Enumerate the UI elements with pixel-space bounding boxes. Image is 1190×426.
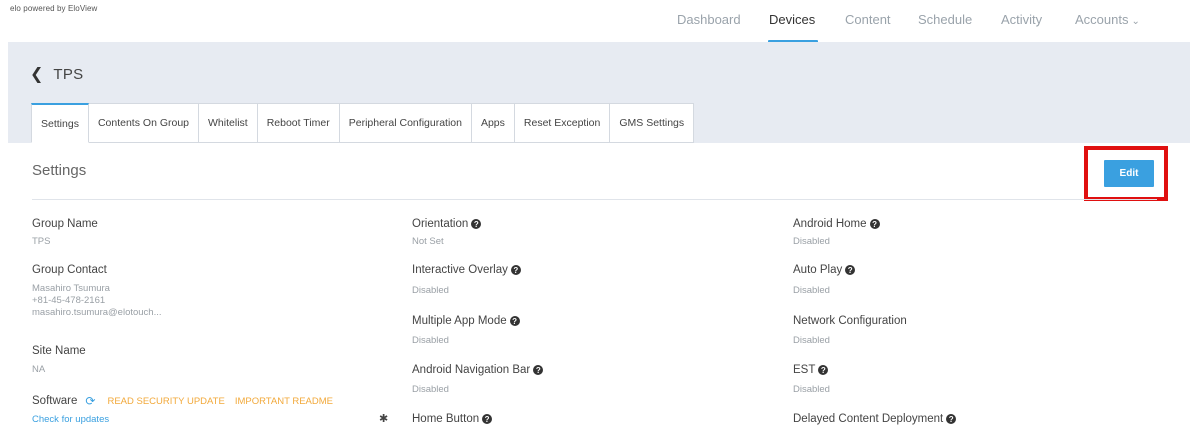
tab-bar: Settings Contents On Group Whitelist Reb… — [31, 103, 695, 143]
help-icon[interactable]: ? — [471, 219, 482, 229]
home-button-label-text: Home Button — [412, 413, 480, 425]
check-updates-link[interactable]: Check for updates — [32, 414, 109, 425]
highlight-box: Edit — [1084, 146, 1168, 201]
tab-gms-settings[interactable]: GMS Settings — [610, 103, 695, 143]
tab-whitelist[interactable]: Whitelist — [199, 103, 258, 143]
nav-accounts[interactable]: Accounts ⌄ — [1075, 12, 1140, 27]
gear-icon[interactable]: ✱ — [379, 412, 388, 425]
android-home-label: Android Home? — [793, 218, 880, 230]
contact-phone: +81-45-478-2161 — [32, 295, 106, 306]
site-name-value: NA — [32, 364, 46, 375]
tab-apps[interactable]: Apps — [471, 103, 515, 143]
contact-email: masahiro.tsumura@elotouch... — [32, 307, 162, 318]
nav-devices[interactable]: Devices — [769, 12, 815, 27]
est-value: Disabled — [793, 384, 830, 395]
tab-settings[interactable]: Settings — [31, 103, 89, 143]
software-label: Software — [32, 395, 78, 407]
nav-accounts-label: Accounts — [1075, 12, 1129, 27]
main-nav: Dashboard Devices Content Schedule Activ… — [0, 0, 1190, 43]
help-icon[interactable]: ? — [818, 365, 829, 375]
est-label-text: EST — [793, 364, 816, 376]
top-bar: elo powered by EloView Dashboard Devices… — [0, 0, 1190, 43]
interactive-overlay-label: Interactive Overlay? — [412, 264, 521, 276]
help-icon[interactable]: ? — [845, 265, 856, 275]
orientation-label-text: Orientation — [412, 218, 469, 230]
network-config-label: Network Configuration — [793, 315, 907, 327]
est-label: EST? — [793, 364, 829, 376]
android-home-label-text: Android Home — [793, 218, 867, 230]
interactive-overlay-label-text: Interactive Overlay — [412, 264, 508, 276]
tab-contents-on-group[interactable]: Contents On Group — [88, 103, 200, 143]
multiple-app-mode-value: Disabled — [412, 335, 449, 346]
page-title: TPS — [53, 66, 84, 83]
security-update-link[interactable]: READ SECURITY UPDATE — [107, 396, 224, 407]
orientation-label: Orientation? — [412, 218, 482, 230]
help-icon[interactable]: ? — [510, 265, 521, 275]
nav-schedule[interactable]: Schedule — [918, 12, 972, 27]
interactive-overlay-value: Disabled — [412, 285, 449, 296]
readme-link[interactable]: IMPORTANT README — [235, 396, 333, 407]
orientation-value: Not Set — [412, 236, 444, 247]
multiple-app-mode-label: Multiple App Mode? — [412, 315, 520, 327]
android-nav-bar-label: Android Navigation Bar? — [412, 364, 544, 376]
auto-play-label: Auto Play? — [793, 264, 856, 276]
tab-peripheral-configuration[interactable]: Peripheral Configuration — [339, 103, 472, 143]
nav-activity[interactable]: Activity — [1001, 12, 1042, 27]
delayed-content-label-text: Delayed Content Deployment — [793, 413, 944, 425]
multiple-app-mode-label-text: Multiple App Mode — [412, 315, 507, 327]
android-nav-bar-value: Disabled — [412, 384, 449, 395]
delayed-content-label: Delayed Content Deployment? — [793, 413, 957, 425]
nav-dashboard[interactable]: Dashboard — [677, 12, 741, 27]
back-row: ❮ TPS — [30, 66, 83, 83]
group-name-label: Group Name — [32, 218, 98, 230]
auto-play-value: Disabled — [793, 285, 830, 296]
group-name-value: TPS — [32, 236, 51, 247]
software-row: Software ⟳ READ SECURITY UPDATE IMPORTAN… — [32, 394, 333, 408]
site-name-label: Site Name — [32, 345, 86, 357]
help-icon[interactable]: ? — [509, 316, 520, 326]
help-icon[interactable]: ? — [946, 414, 957, 424]
chevron-left-icon[interactable]: ❮ — [30, 66, 43, 83]
refresh-icon[interactable]: ⟳ — [85, 394, 95, 408]
home-button-label: Home Button? — [412, 413, 493, 425]
edit-button[interactable]: Edit — [1104, 160, 1154, 187]
divider — [32, 199, 1157, 200]
help-icon[interactable]: ? — [482, 414, 493, 424]
help-icon[interactable]: ? — [533, 365, 544, 375]
tab-reboot-timer[interactable]: Reboot Timer — [257, 103, 340, 143]
section-title: Settings — [32, 162, 87, 179]
network-config-value: Disabled — [793, 335, 830, 346]
contact-name: Masahiro Tsumura — [32, 283, 110, 294]
android-nav-bar-label-text: Android Navigation Bar — [412, 364, 531, 376]
nav-content[interactable]: Content — [845, 12, 891, 27]
android-home-value: Disabled — [793, 236, 830, 247]
chevron-down-icon: ⌄ — [1131, 16, 1140, 27]
help-icon[interactable]: ? — [869, 219, 880, 229]
auto-play-label-text: Auto Play — [793, 264, 843, 276]
tab-reset-exception[interactable]: Reset Exception — [514, 103, 611, 143]
group-contact-label: Group Contact — [32, 264, 107, 276]
